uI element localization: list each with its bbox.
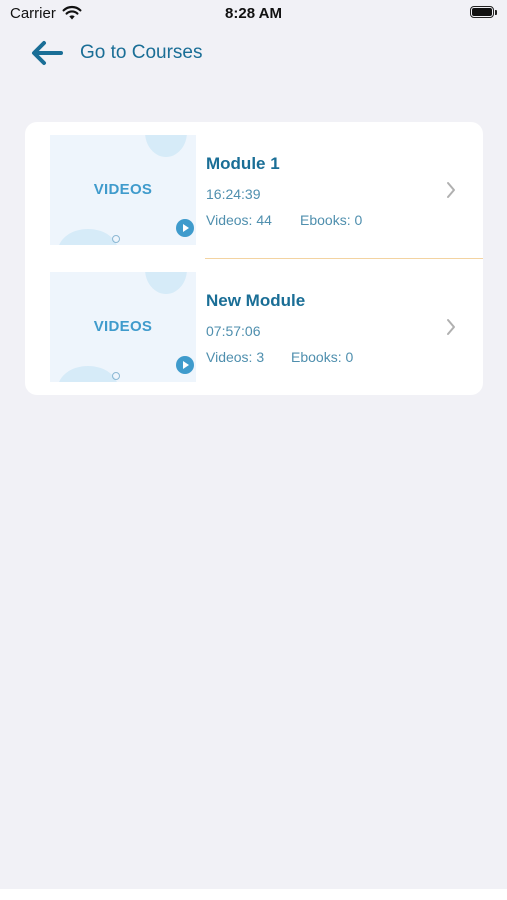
thumbnail-videos-label: VIDEOS — [93, 318, 153, 335]
back-to-courses-button[interactable]: Go to Courses — [30, 38, 203, 68]
videos-count: Videos: 3 — [206, 349, 265, 365]
module-title: Module 1 — [206, 154, 280, 173]
play-icon — [176, 356, 194, 374]
module-row-2[interactable]: VIDEOS New Module 07:57:06 Videos: 3 Ebo… — [25, 259, 483, 395]
ebooks-count: Ebooks: 0 — [300, 212, 363, 228]
clock-time: 8:28 AM — [225, 5, 282, 22]
module-duration: 07:57:06 — [206, 323, 261, 339]
module-row-1[interactable]: VIDEOS Module 1 16:24:39 Videos: 44 Eboo… — [25, 122, 483, 258]
arrow-left-icon — [32, 41, 63, 65]
back-label: Go to Courses — [80, 42, 203, 63]
thumbnail-videos-label: VIDEOS — [93, 181, 153, 198]
status-bar: Carrier 8:28 AM — [0, 0, 507, 28]
module-thumbnail: VIDEOS — [50, 272, 196, 382]
module-title: New Module — [206, 291, 306, 310]
module-thumbnail: VIDEOS — [50, 135, 196, 245]
bottom-strip — [0, 889, 507, 900]
chevron-right-icon — [447, 182, 455, 198]
module-duration: 16:24:39 — [206, 186, 261, 202]
chevron-right-icon — [447, 319, 455, 335]
ebooks-count: Ebooks: 0 — [291, 349, 354, 365]
battery-icon — [470, 6, 498, 20]
videos-count: Videos: 44 — [206, 212, 272, 228]
play-icon — [176, 219, 194, 237]
modules-card: VIDEOS Module 1 16:24:39 Videos: 44 Eboo… — [25, 122, 483, 395]
